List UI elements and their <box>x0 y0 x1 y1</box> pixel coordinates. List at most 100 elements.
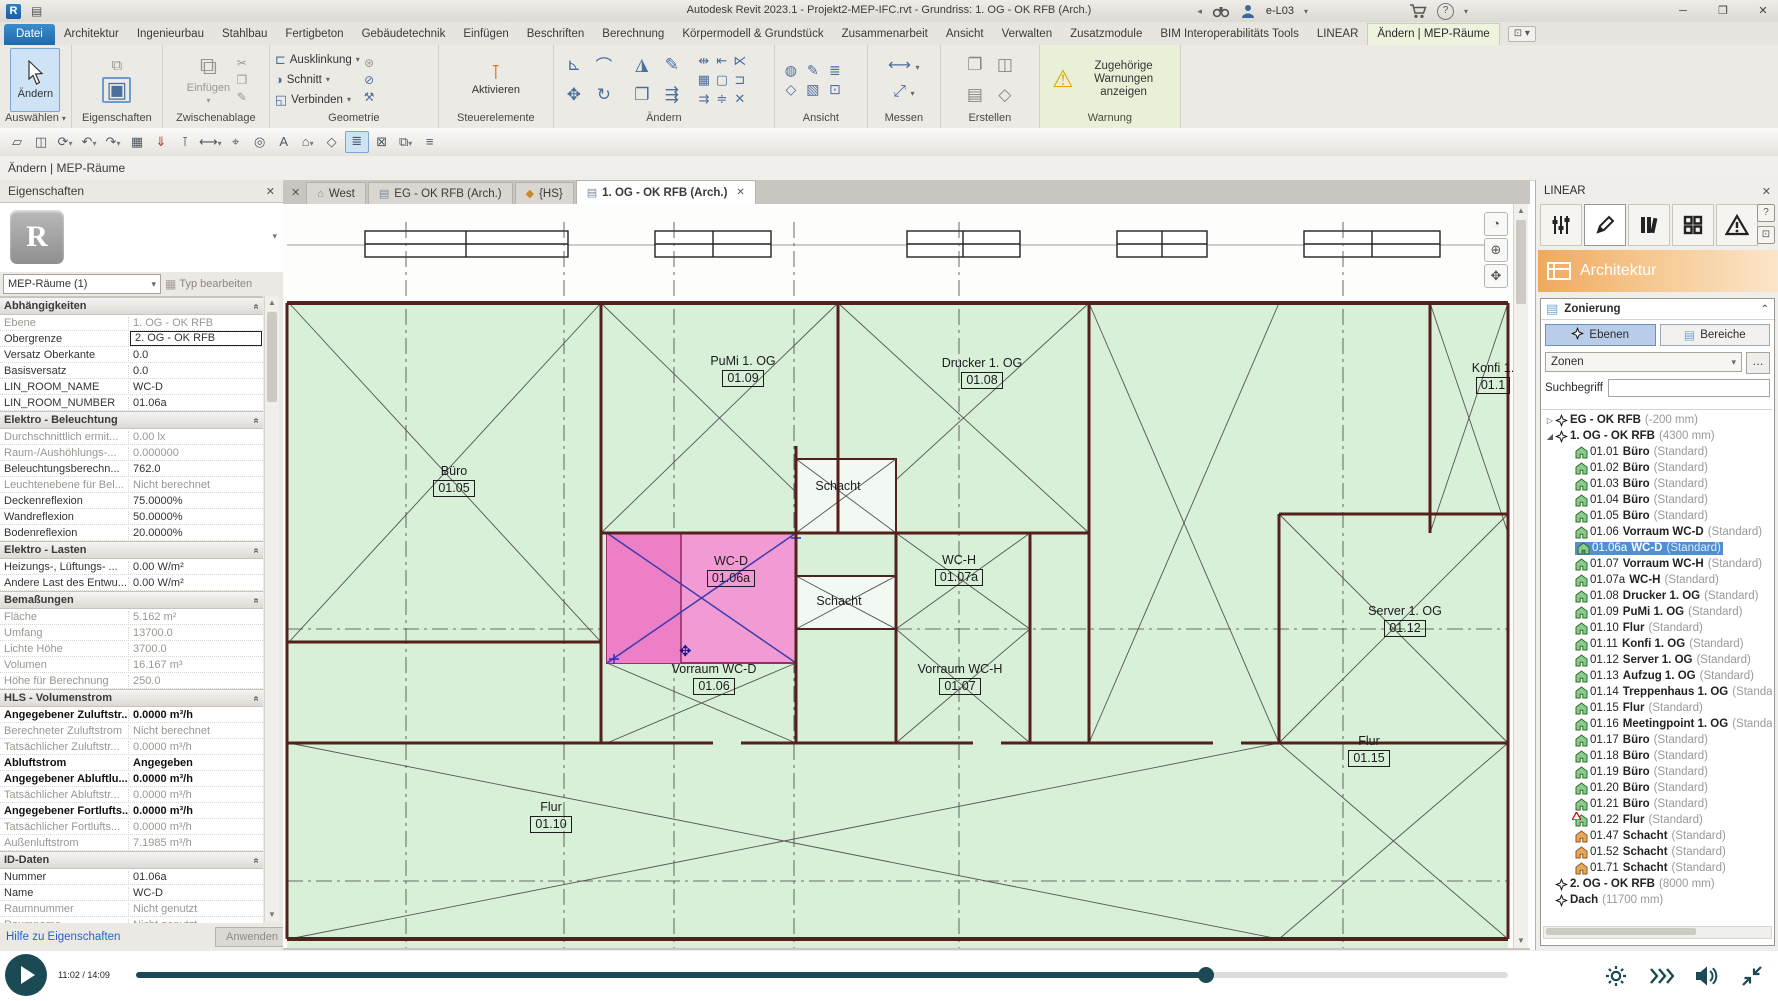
modify-tool-button[interactable]: Ändern <box>10 48 60 112</box>
property-value[interactable]: 0.0000 m³/h <box>129 709 263 721</box>
property-value[interactable]: 0.0000 m³/h <box>129 789 263 801</box>
view-switch-ebenen[interactable]: Ebenen <box>1545 324 1656 346</box>
array-icon[interactable]: ⇶ <box>665 85 679 105</box>
zoom-tool-icon[interactable]: ⊕ <box>1484 238 1508 262</box>
property-value[interactable]: 16.167 m³ <box>129 659 263 671</box>
warnings-icon[interactable] <box>1716 204 1758 246</box>
player-settings-gear-icon[interactable] <box>1604 964 1628 988</box>
floor-plan-svg[interactable] <box>283 204 1530 948</box>
move-icon[interactable]: ✥ <box>567 85 581 105</box>
property-value[interactable]: Nicht berechnet <box>129 725 263 737</box>
ribbon-tab-einfügen[interactable]: Einfügen <box>454 24 517 45</box>
create-assembly-icon[interactable]: ◫ <box>997 55 1013 75</box>
align-icon[interactable]: ⊾ <box>567 55 581 75</box>
ribbon-tab-linear[interactable]: LINEAR <box>1308 24 1368 45</box>
ribbon-tab-ingenieurbau[interactable]: Ingenieurbau <box>128 24 213 45</box>
zones-options-button[interactable]: … <box>1746 352 1770 374</box>
3d-view-icon[interactable]: ⌂▾ <box>297 132 319 152</box>
pan-tool-icon[interactable]: ✥ <box>1484 264 1508 288</box>
user-interface-icon[interactable]: ≡ <box>419 132 441 152</box>
reveal-icon[interactable]: ⊡ <box>829 81 841 98</box>
spot-elevation-icon[interactable]: ⌖ <box>225 132 247 152</box>
tree-room-01-02[interactable]: 01.02Büro(Standard) <box>1541 460 1772 476</box>
user-account-icon[interactable] <box>1240 3 1256 19</box>
tree-room-01-17[interactable]: 01.17Büro(Standard) <box>1541 732 1772 748</box>
progress-track[interactable] <box>136 972 1508 978</box>
property-value[interactable]: 762.0 <box>129 463 263 475</box>
ribbon-tab-zusammenarbeit[interactable]: Zusammenarbeit <box>833 24 937 45</box>
property-section-bemaßungen[interactable]: Bemaßungen« <box>0 591 263 609</box>
text-icon[interactable]: A <box>273 132 295 152</box>
save-icon[interactable]: ◫ <box>30 132 52 152</box>
displace-icon[interactable]: ▧ <box>806 81 819 98</box>
property-value[interactable]: Nicht berechnet <box>129 479 263 491</box>
create-similar-icon[interactable]: ◇ <box>998 85 1011 105</box>
property-section-abhängigkeiten[interactable]: Abhängigkeiten« <box>0 297 263 315</box>
property-value[interactable]: 2. OG - OK RFB <box>130 331 262 346</box>
property-section-elektro-beleuchtung[interactable]: Elektro - Beleuchtung« <box>0 411 263 429</box>
tree-level-1-og-ok-rfb[interactable]: ◢1. OG - OK RFB(4300 mm) <box>1541 428 1772 444</box>
ribbon-tab-verwalten[interactable]: Verwalten <box>993 24 1062 45</box>
ribbon-tab-zusatzmodule[interactable]: Zusatzmodule <box>1061 24 1151 45</box>
tree-room-01-05[interactable]: 01.05Büro(Standard) <box>1541 508 1772 524</box>
tree-room-01-12[interactable]: 01.12Server 1. OG(Standard) <box>1541 652 1772 668</box>
ribbon-tab-bim-interoperabilitäts-tools[interactable]: BIM Interoperabilitäts Tools <box>1151 24 1308 45</box>
play-button[interactable] <box>5 954 47 996</box>
linear-options-icon[interactable]: ⊡ <box>1757 226 1775 244</box>
tree-horizontal-scrollbar[interactable] <box>1543 926 1772 939</box>
property-value[interactable]: 0.0000 m³/h <box>129 773 263 785</box>
measure-angle-icon[interactable]: ⤢ ▾ <box>893 83 914 103</box>
extend-icon[interactable]: ⇉ <box>698 91 709 107</box>
property-value[interactable]: 7.1985 m³/h <box>129 837 263 849</box>
copy-element-icon[interactable]: ❐ <box>634 85 649 105</box>
linework-icon[interactable]: ≣ <box>829 62 841 79</box>
tree-room-01-21[interactable]: 01.21Büro(Standard) <box>1541 796 1772 812</box>
zones-dropdown[interactable]: Zonen▾ <box>1545 352 1742 372</box>
close-hidden-windows-icon[interactable]: ⊠ <box>371 132 393 152</box>
steering-wheel-icon[interactable]: ◔ <box>1484 212 1508 236</box>
hammer-icon[interactable]: ⚒ <box>364 90 375 104</box>
ribbon-tab-beschriften[interactable]: Beschriften <box>518 24 594 45</box>
draw-mirror-icon[interactable]: ✎ <box>665 55 679 75</box>
property-value[interactable]: 0.0 <box>129 349 263 361</box>
property-section-elektro-lasten[interactable]: Elektro - Lasten« <box>0 541 263 559</box>
modules-grid-icon[interactable] <box>1672 204 1714 246</box>
progress-scrubber[interactable] <box>1198 967 1214 983</box>
tree-room-01-22[interactable]: 01.22Flur(Standard) <box>1541 812 1772 828</box>
offset-icon[interactable]: ⌒ <box>595 52 612 77</box>
playback-speed-icon[interactable] <box>1648 964 1672 988</box>
group-label-view[interactable]: Ansicht <box>780 112 862 126</box>
property-value[interactable]: 01.06a <box>129 397 263 409</box>
measure-icon[interactable]: ⟷▾ <box>198 132 223 152</box>
property-value[interactable]: Angegeben <box>129 757 263 769</box>
edit-pencil-icon[interactable] <box>1584 204 1626 246</box>
tree-room-01-04[interactable]: 01.04Büro(Standard) <box>1541 492 1772 508</box>
property-value[interactable]: 1. OG - OK RFB <box>129 317 263 329</box>
group-label-measure[interactable]: Messen <box>873 112 935 126</box>
property-value[interactable]: Nicht genutzt <box>129 919 263 924</box>
selected-room-wc-d[interactable] <box>607 533 801 664</box>
property-value[interactable]: 0.0 <box>129 365 263 377</box>
pin-icon[interactable]: ⊺ <box>174 132 196 152</box>
tree-room-01-47[interactable]: 01.47Schacht(Standard) <box>1541 828 1772 844</box>
ribbon-tab-fertigbeton[interactable]: Fertigbeton <box>276 24 352 45</box>
volume-icon[interactable] <box>1694 964 1718 988</box>
group-label-properties[interactable]: Eigenschaften <box>77 112 157 126</box>
view-tab-west[interactable]: ⌂West <box>306 182 366 204</box>
app-store-cart-icon[interactable] <box>1409 3 1427 19</box>
trim-icon[interactable]: ⇤ <box>716 53 727 69</box>
property-section-id-daten[interactable]: ID-Daten« <box>0 851 263 869</box>
group-label-controls[interactable]: Steuerelemente <box>444 112 548 126</box>
property-value[interactable]: 3700.0 <box>129 643 263 655</box>
switch-windows-icon[interactable]: ⧉▾ <box>395 132 417 152</box>
unpin-icon[interactable]: ▢ <box>716 72 728 88</box>
match-properties-icon[interactable]: ✎ <box>237 90 247 104</box>
property-value[interactable]: WC-D <box>129 381 263 393</box>
tree-expand-icon[interactable]: ◢ <box>1545 432 1555 441</box>
property-value[interactable]: 01.06a <box>129 871 263 883</box>
family-types-icon[interactable]: ⧉ <box>111 57 122 75</box>
tree-room-01-11[interactable]: 01.11Konfi 1. OG(Standard) <box>1541 636 1772 652</box>
cope-button[interactable]: ⊏Ausklinkung▾ <box>275 50 360 70</box>
tree-room-01-03[interactable]: 01.03Büro(Standard) <box>1541 476 1772 492</box>
property-value[interactable]: 0.00 W/m² <box>129 577 263 589</box>
